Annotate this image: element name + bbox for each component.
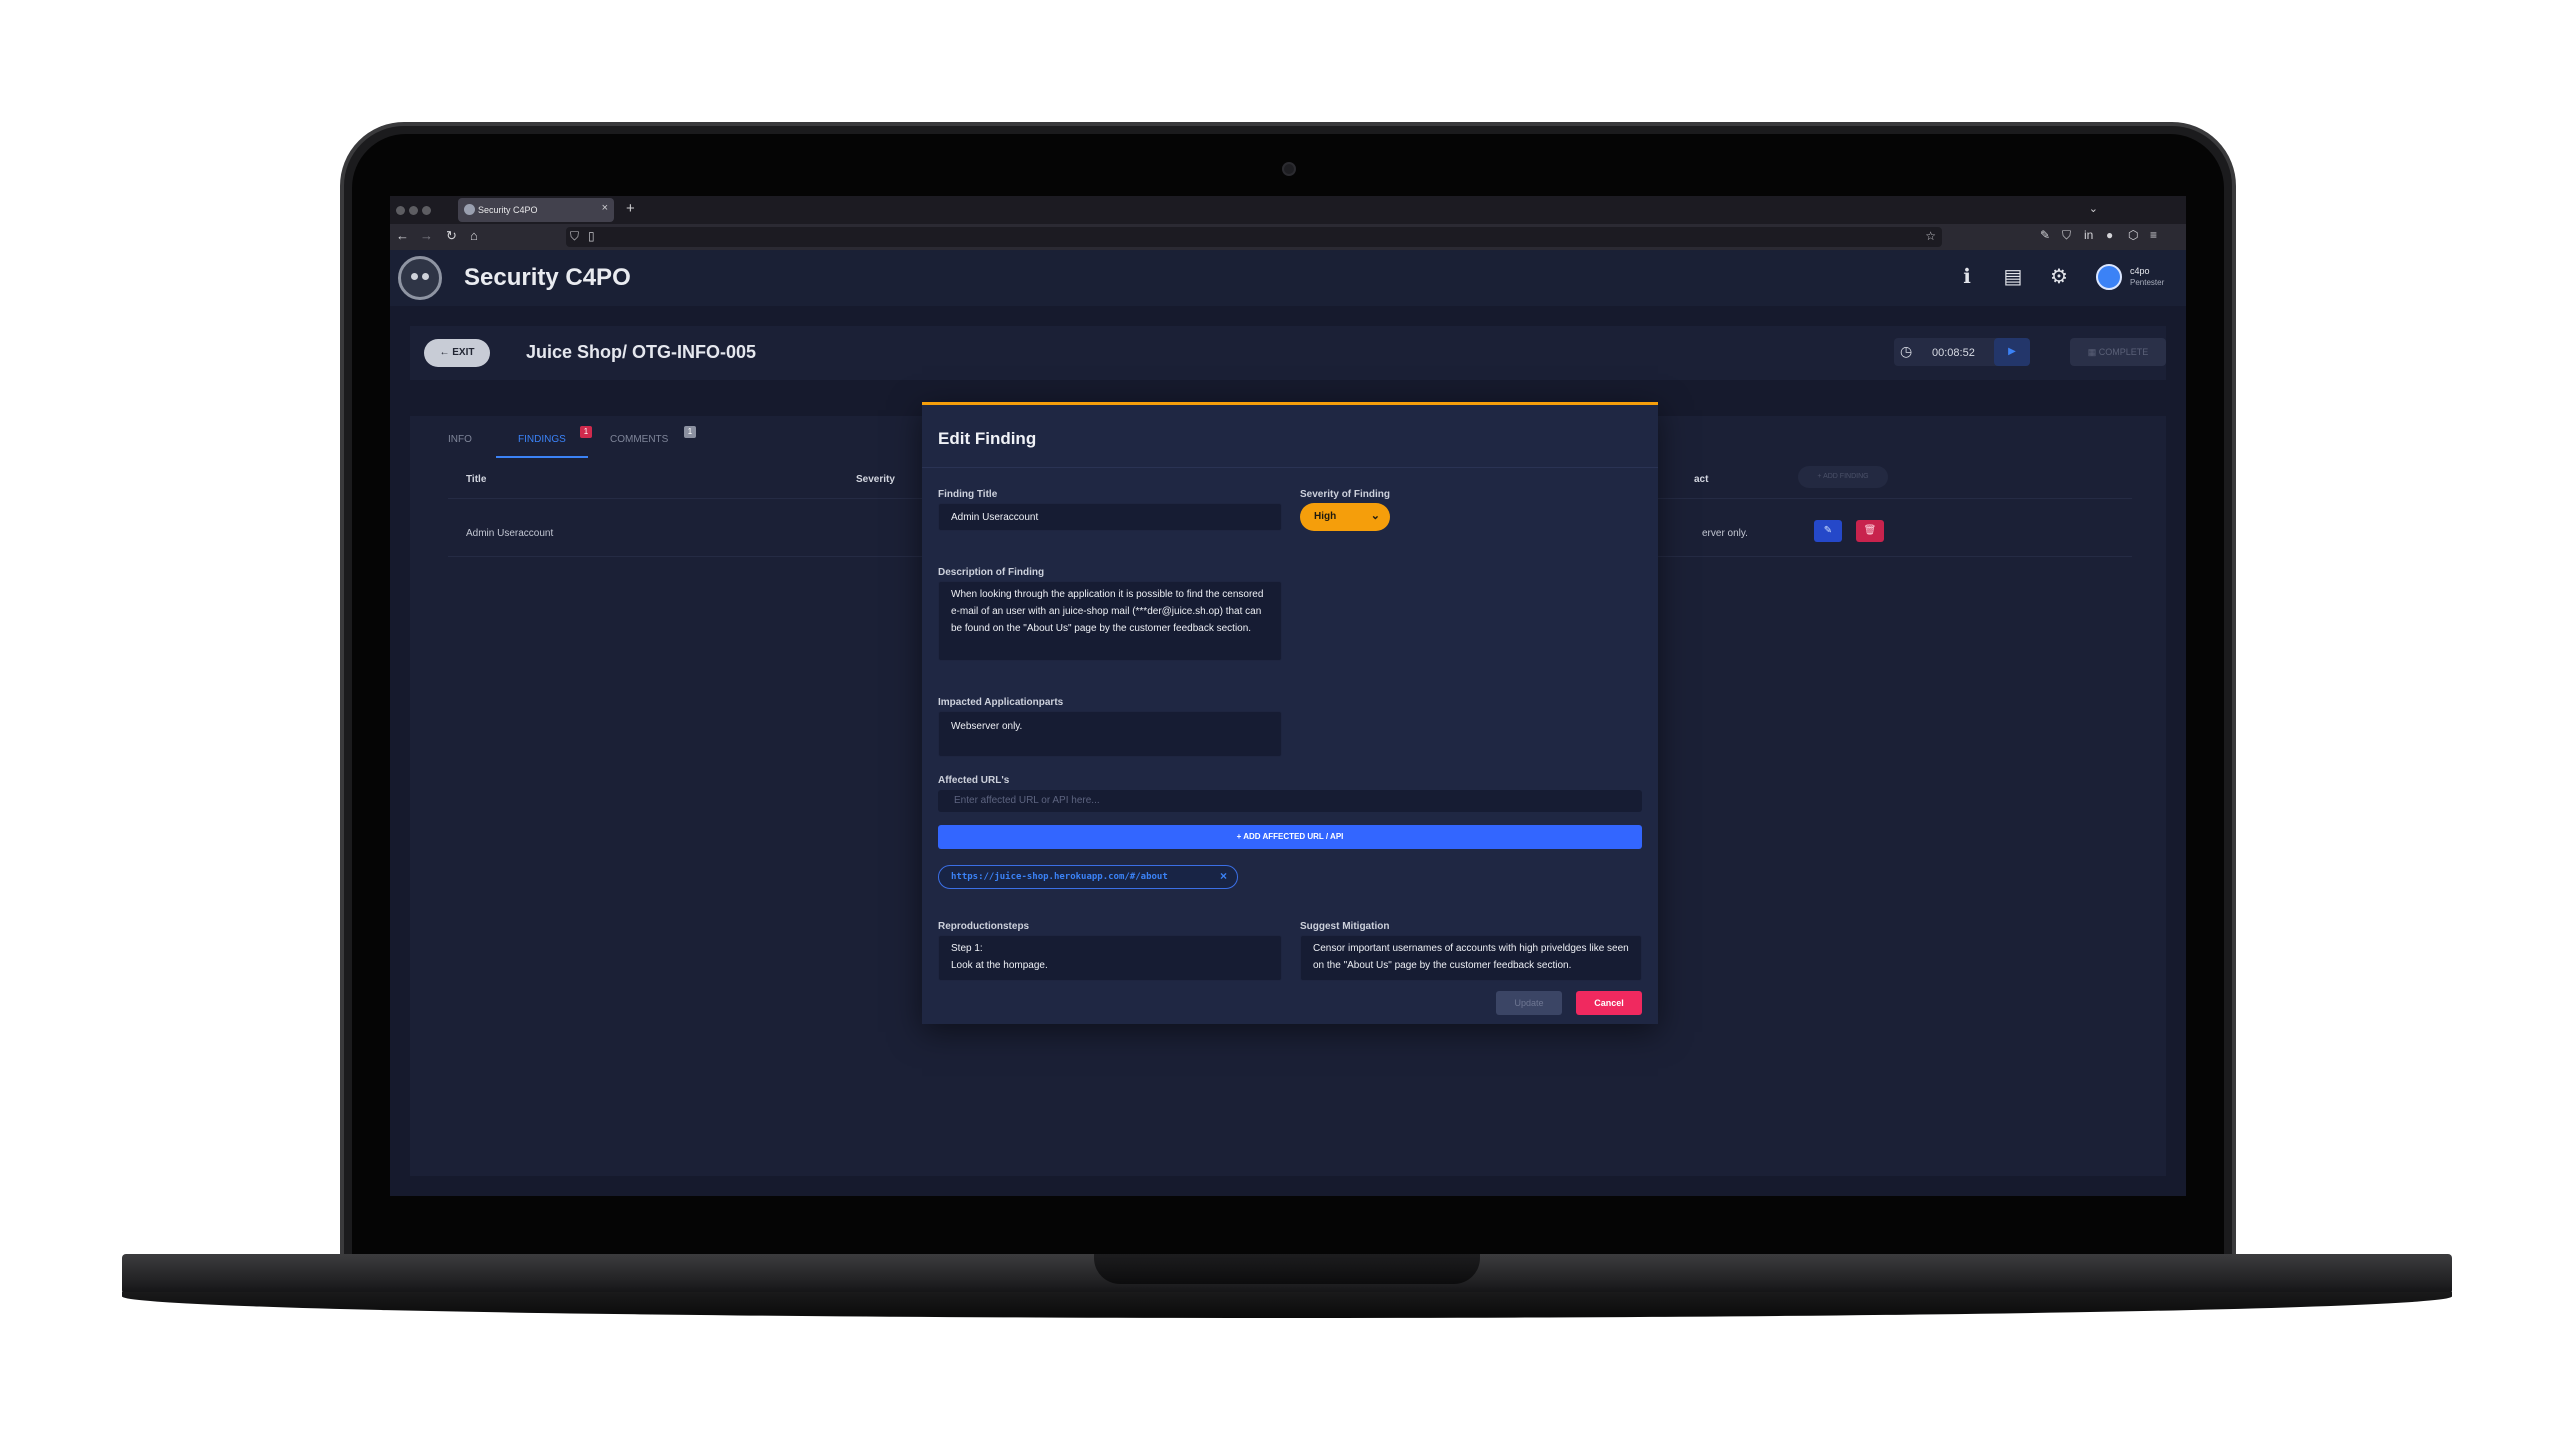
- window-minimize-dot[interactable]: [409, 206, 418, 215]
- browser-tab-bar: Security C4PO × + ⌄: [390, 196, 2186, 224]
- extension-linkedin-icon[interactable]: in: [2084, 228, 2093, 242]
- app-header: Security C4PO ℹ ▤ ⚙ c4po Pentester: [390, 250, 2186, 306]
- complete-button[interactable]: ▦ COMPLETE: [2070, 338, 2166, 366]
- reproduction-steps-label: Reproductionsteps: [938, 921, 1030, 932]
- finding-title-field[interactable]: Admin Useraccount: [938, 503, 1282, 531]
- home-icon[interactable]: ⌂: [470, 228, 478, 243]
- exit-label: EXIT: [452, 347, 475, 358]
- browser-tab[interactable]: Security C4PO ×: [458, 198, 614, 222]
- cancel-button[interactable]: Cancel: [1576, 991, 1642, 1015]
- severity-value: High: [1314, 511, 1337, 522]
- description-label: Description of Finding: [938, 567, 1045, 578]
- column-header-title[interactable]: Title: [466, 474, 486, 485]
- complete-label: COMPLETE: [2098, 347, 2149, 357]
- new-tab-icon[interactable]: +: [626, 200, 635, 217]
- reload-icon[interactable]: ↻: [446, 228, 457, 244]
- edit-finding-button[interactable]: ✎: [1814, 520, 1842, 542]
- severity-select[interactable]: High ⌄: [1300, 503, 1390, 531]
- close-tab-icon[interactable]: ×: [602, 202, 608, 214]
- url-bar[interactable]: ⛉ ▯ ☆: [566, 227, 1942, 247]
- settings-gear-icon[interactable]: ⚙: [2048, 266, 2070, 288]
- add-affected-url-button[interactable]: + ADD AFFECTED URL / API: [938, 825, 1642, 849]
- info-icon[interactable]: ℹ: [1956, 266, 1978, 288]
- affected-urls-label: Affected URL's: [938, 775, 1010, 786]
- tab-findings[interactable]: FINDINGS: [518, 434, 566, 445]
- chevron-down-icon: ⌄: [1370, 510, 1380, 522]
- user-role: Pentester: [2130, 278, 2165, 287]
- complete-icon: ▦: [2087, 347, 2097, 357]
- page-title: Juice Shop/ OTG-INFO-005: [526, 342, 757, 362]
- document-icon[interactable]: ▤: [2002, 266, 2024, 288]
- arrow-left-icon: ←: [439, 347, 450, 358]
- update-button[interactable]: Update: [1496, 991, 1562, 1015]
- extensions-puzzle-icon[interactable]: ⬡: [2128, 228, 2138, 242]
- dialog-divider: [922, 467, 1658, 468]
- remove-url-icon[interactable]: ×: [1220, 869, 1227, 883]
- tab-comments[interactable]: COMMENTS: [610, 434, 668, 445]
- browser-nav-bar: ← → ↻ ⌂ ⛉ ▯ ☆ ✎ ⛉ in ● ⬡ ≡: [390, 224, 2186, 250]
- timer-value: 00:08:52: [1932, 347, 1975, 359]
- favicon-icon: [464, 204, 475, 215]
- extension-shield-icon[interactable]: ⛉: [2062, 228, 2071, 243]
- forward-icon[interactable]: →: [420, 228, 433, 243]
- play-button[interactable]: ▶: [1994, 338, 2030, 366]
- stopwatch-icon: ◷: [1900, 343, 1913, 359]
- avatar[interactable]: [2096, 264, 2122, 290]
- finding-title-cell: Admin Useraccount: [466, 528, 554, 539]
- impact-label: Impacted Applicationparts: [938, 697, 1064, 708]
- edit-finding-dialog: Edit Finding Finding Title Admin Useracc…: [922, 402, 1658, 1024]
- page-header: ← EXIT Juice Shop/ OTG-INFO-005 ◷ 00:08:…: [410, 326, 2166, 380]
- comments-count-badge: 1: [684, 426, 696, 438]
- extension-pen-icon[interactable]: ✎: [2040, 228, 2050, 242]
- finding-impact-cell: erver only.: [1702, 528, 1748, 539]
- mitigation-textarea[interactable]: Censor important usernames of accounts w…: [1300, 935, 1642, 981]
- mitigation-label: Suggest Mitigation: [1300, 921, 1390, 932]
- laptop-opening-notch: [1094, 1254, 1480, 1284]
- user-name: c4po: [2130, 266, 2150, 276]
- browser-tab-title: Security C4PO: [478, 205, 538, 215]
- timer: ◷ 00:08:52 ▶: [1894, 338, 2030, 366]
- dialog-title: Edit Finding: [938, 429, 1037, 448]
- extension-circle-icon[interactable]: ●: [2106, 228, 2113, 242]
- column-header-impact[interactable]: act: [1694, 474, 1708, 485]
- app-title: Security C4PO: [464, 264, 631, 291]
- list-tabs-icon[interactable]: ⌄: [2089, 202, 2098, 215]
- tab-info[interactable]: INFO: [448, 434, 472, 445]
- screen: Security C4PO × + ⌄ ← → ↻ ⌂ ⛉ ▯ ☆ ✎ ⛉ in…: [390, 196, 2186, 1196]
- column-header-severity[interactable]: Severity: [856, 474, 895, 485]
- affected-url-input[interactable]: Enter affected URL or API here...: [938, 790, 1642, 812]
- finding-title-label: Finding Title: [938, 489, 998, 500]
- active-tab-indicator: [496, 456, 588, 458]
- affected-url-chip[interactable]: https://juice-shop.herokuapp.com/#/about…: [938, 865, 1238, 889]
- c4po-logo-icon[interactable]: [398, 256, 442, 300]
- reproduction-steps-textarea[interactable]: Step 1: Look at the hompage.: [938, 935, 1282, 981]
- window-close-dot[interactable]: [396, 206, 405, 215]
- bookmark-star-icon[interactable]: ☆: [1925, 229, 1936, 243]
- exit-button[interactable]: ← EXIT: [424, 339, 490, 367]
- severity-label: Severity of Finding: [1300, 489, 1391, 500]
- add-finding-button[interactable]: + ADD FINDING: [1798, 466, 1888, 488]
- page-info-icon[interactable]: ▯: [588, 229, 595, 243]
- camera-icon: [1282, 162, 1296, 176]
- menu-hamburger-icon[interactable]: ≡: [2150, 228, 2157, 242]
- laptop-base-edge: [122, 1292, 2452, 1318]
- description-textarea[interactable]: When looking through the application it …: [938, 581, 1282, 661]
- affected-url-text: https://juice-shop.herokuapp.com/#/about: [951, 872, 1168, 882]
- back-icon[interactable]: ←: [396, 228, 409, 243]
- window-zoom-dot[interactable]: [422, 206, 431, 215]
- impact-textarea[interactable]: Webserver only.: [938, 711, 1282, 757]
- shield-icon[interactable]: ⛉: [570, 229, 579, 244]
- delete-finding-button[interactable]: 🗑: [1856, 520, 1884, 542]
- findings-count-badge: 1: [580, 426, 592, 438]
